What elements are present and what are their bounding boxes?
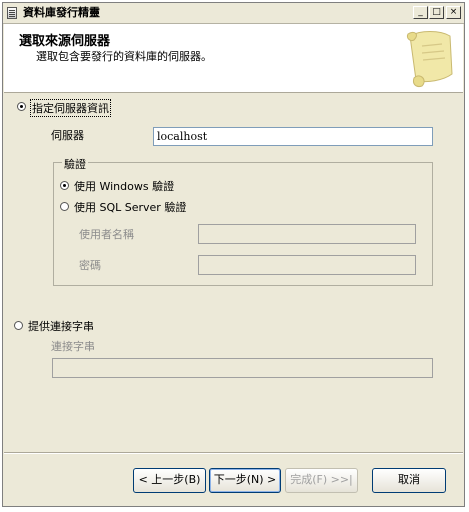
auth-legend: 驗證	[62, 156, 88, 172]
username-input[interactable]	[198, 224, 416, 244]
minimize-button[interactable]: _	[413, 6, 428, 19]
scroll-icon	[407, 31, 453, 87]
server-input[interactable]: localhost	[153, 127, 433, 146]
connection-string-radio[interactable]	[14, 321, 23, 330]
windows-auth-radio[interactable]	[60, 181, 69, 190]
connection-string-radio-label[interactable]: 提供連接字串	[28, 318, 94, 334]
page-title: 選取來源伺服器	[19, 34, 111, 49]
specify-server-radio[interactable]	[17, 102, 26, 111]
maximize-button[interactable]: □	[429, 6, 444, 19]
connection-string-input[interactable]	[52, 358, 433, 378]
windows-auth-label[interactable]: 使用 Windows 驗證	[74, 178, 174, 194]
sql-auth-label[interactable]: 使用 SQL Server 驗證	[74, 199, 186, 215]
cancel-button[interactable]: 取消	[372, 468, 446, 493]
wizard-header: 選取來源伺服器 選取包含要發行的資料庫的伺服器。	[4, 24, 463, 93]
footer-separator	[4, 452, 463, 454]
finish-button[interactable]: 完成(F) >>|	[285, 468, 358, 493]
password-input[interactable]	[198, 255, 416, 275]
sql-auth-radio[interactable]	[60, 202, 69, 211]
password-label: 密碼	[79, 259, 101, 272]
next-button[interactable]: 下一步(N) >	[209, 468, 281, 493]
app-icon	[7, 7, 17, 19]
back-button[interactable]: < 上一步(B)	[133, 468, 206, 493]
window-title: 資料庫發行精靈	[23, 6, 100, 19]
title-bar[interactable]: 資料庫發行精靈 _ □ ×	[3, 3, 464, 24]
specify-server-label[interactable]: 指定伺服器資訊	[30, 99, 111, 117]
username-label: 使用者名稱	[79, 228, 134, 241]
wizard-window: 資料庫發行精靈 _ □ × 選取來源伺服器 選取包含要發行的資料庫的伺服器。 指…	[2, 2, 465, 507]
close-button[interactable]: ×	[446, 6, 461, 19]
page-subtitle: 選取包含要發行的資料庫的伺服器。	[36, 50, 212, 63]
connection-string-label: 連接字串	[51, 340, 95, 353]
server-label: 伺服器	[51, 129, 84, 142]
